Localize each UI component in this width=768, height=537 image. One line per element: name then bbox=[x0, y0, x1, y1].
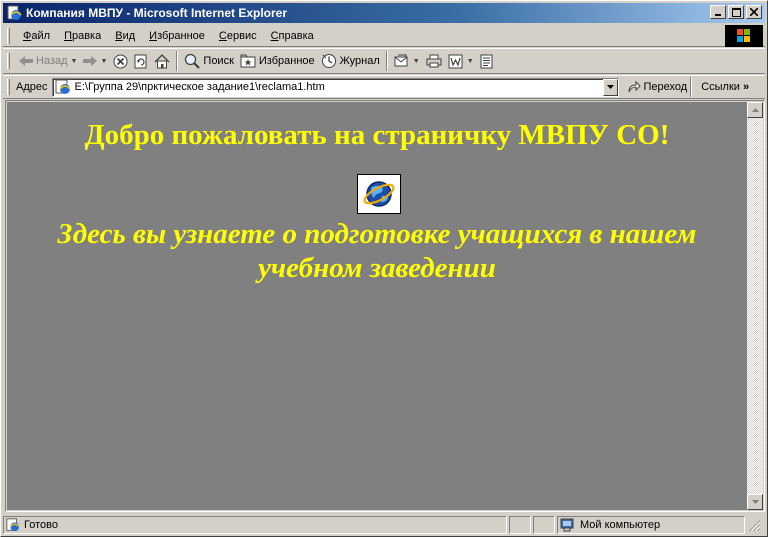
menu-bar: Файл Правка Вид Избранное Сервис Справка bbox=[3, 25, 765, 47]
search-button[interactable]: Поиск bbox=[181, 50, 236, 72]
page-content: Добро пожаловать на страничку МВПУ СО! З… bbox=[7, 102, 747, 510]
address-grip[interactable] bbox=[7, 79, 10, 95]
forward-button[interactable]: ▼ bbox=[80, 50, 110, 72]
chevron-down-icon bbox=[606, 85, 614, 89]
mail-button[interactable]: ▼ bbox=[391, 50, 423, 72]
address-bar: Адрес Переход Ссылки » bbox=[3, 75, 765, 99]
refresh-icon bbox=[134, 54, 147, 68]
menu-tools[interactable]: Сервис bbox=[212, 27, 264, 45]
menu-help[interactable]: Справка bbox=[264, 27, 321, 45]
history-icon bbox=[321, 54, 336, 68]
toolbar-grip[interactable] bbox=[7, 53, 10, 69]
address-input[interactable] bbox=[74, 79, 595, 95]
window-title: Компания МВПУ - Microsoft Internet Explo… bbox=[26, 6, 288, 20]
stop-button[interactable] bbox=[110, 50, 131, 72]
minimize-button[interactable] bbox=[710, 5, 726, 19]
mail-dropdown-icon[interactable]: ▼ bbox=[413, 58, 420, 65]
status-bar: Готово Мой компьютер bbox=[3, 515, 765, 535]
address-field[interactable] bbox=[51, 77, 619, 97]
minimize-icon bbox=[715, 14, 721, 16]
printer-icon bbox=[426, 54, 442, 68]
menu-file[interactable]: Файл bbox=[16, 27, 57, 45]
forward-arrow-icon bbox=[83, 56, 98, 66]
maximize-icon bbox=[731, 7, 741, 17]
edit-dropdown-icon[interactable]: ▼ bbox=[467, 58, 474, 65]
title-bar[interactable]: Компания МВПУ - Microsoft Internet Explo… bbox=[3, 3, 765, 23]
links-button[interactable]: Ссылки » bbox=[701, 81, 749, 93]
menu-grip[interactable] bbox=[7, 27, 10, 44]
address-label: Адрес bbox=[16, 81, 48, 93]
security-zone[interactable]: Мой компьютер bbox=[557, 516, 745, 534]
print-button[interactable] bbox=[423, 50, 445, 72]
ie-page-icon bbox=[55, 79, 71, 94]
close-icon bbox=[750, 8, 758, 16]
scroll-up-button[interactable] bbox=[747, 102, 763, 118]
favorites-folder-icon bbox=[240, 54, 256, 68]
back-button[interactable]: Назад ▼ bbox=[16, 50, 80, 72]
standard-toolbar: Назад ▼ ▼ Поиск Избранное Журнал ▼ ▼ bbox=[3, 48, 765, 74]
status-security-cell bbox=[533, 516, 555, 534]
discuss-page-icon bbox=[480, 54, 493, 68]
ie-page-icon bbox=[6, 5, 22, 21]
address-dropdown-button[interactable] bbox=[602, 78, 618, 96]
stop-icon bbox=[113, 54, 128, 68]
home-icon bbox=[154, 53, 170, 68]
forward-dropdown-icon[interactable]: ▼ bbox=[100, 58, 107, 65]
page-viewport: Добро пожаловать на страничку МВПУ СО! З… bbox=[5, 100, 765, 512]
page-heading: Добро пожаловать на страничку МВПУ СО! bbox=[84, 119, 670, 151]
mail-icon bbox=[394, 54, 408, 67]
ie-page-icon bbox=[6, 518, 20, 532]
menu-edit[interactable]: Правка bbox=[57, 27, 108, 45]
favorites-button[interactable]: Избранное bbox=[237, 50, 318, 72]
back-arrow-icon bbox=[19, 56, 33, 66]
scroll-down-button[interactable] bbox=[747, 494, 763, 510]
internet-explorer-globe-icon bbox=[357, 174, 401, 214]
close-button[interactable] bbox=[746, 5, 762, 19]
ie-window: Компания МВПУ - Microsoft Internet Explo… bbox=[0, 0, 768, 537]
maximize-button[interactable] bbox=[728, 5, 744, 19]
page-subtitle: Здесь вы узнаете о подготовке учащихся в… bbox=[57, 218, 697, 284]
status-progress-cell bbox=[509, 516, 531, 534]
edit-word-button[interactable]: ▼ bbox=[445, 50, 477, 72]
word-edit-icon bbox=[448, 54, 463, 68]
back-dropdown-icon[interactable]: ▼ bbox=[71, 58, 78, 65]
discuss-button[interactable] bbox=[477, 50, 497, 72]
go-arrow-icon bbox=[628, 80, 641, 93]
zone-text: Мой компьютер bbox=[580, 519, 661, 531]
refresh-button[interactable] bbox=[131, 50, 151, 72]
chevron-up-icon bbox=[751, 108, 759, 112]
my-computer-icon bbox=[560, 518, 574, 532]
menu-favorites[interactable]: Избранное bbox=[142, 27, 212, 45]
go-button[interactable]: Переход bbox=[627, 80, 687, 94]
windows-logo-icon bbox=[725, 25, 763, 47]
chevron-down-icon bbox=[751, 500, 759, 504]
search-icon bbox=[185, 53, 201, 69]
home-button[interactable] bbox=[151, 50, 173, 72]
resize-grip-icon[interactable] bbox=[747, 518, 761, 532]
chevron-right-icon: » bbox=[742, 81, 750, 93]
history-button[interactable]: Журнал bbox=[318, 50, 383, 72]
status-panel: Готово bbox=[3, 516, 507, 534]
menu-view[interactable]: Вид bbox=[108, 27, 142, 45]
vertical-scrollbar[interactable] bbox=[747, 102, 763, 510]
status-text: Готово bbox=[24, 519, 58, 531]
